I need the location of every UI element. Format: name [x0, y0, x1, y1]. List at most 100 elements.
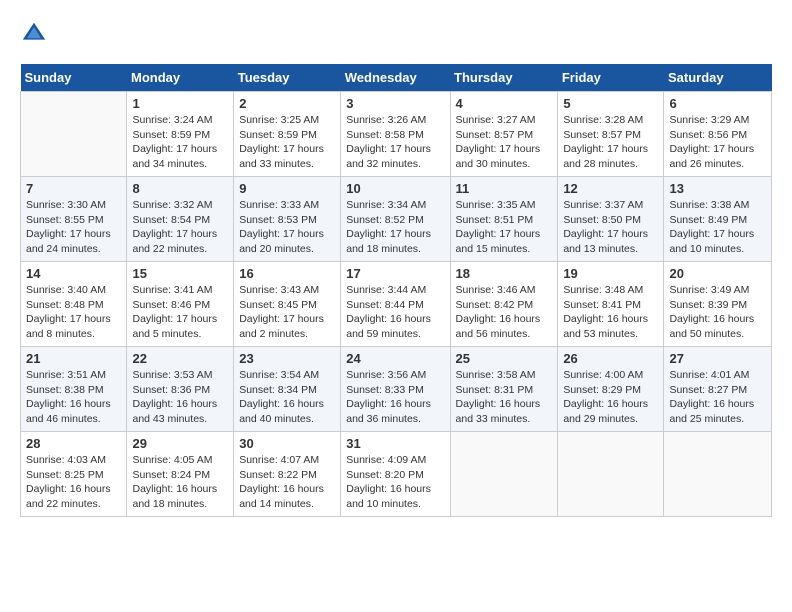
calendar-cell	[664, 432, 772, 517]
day-number: 9	[239, 181, 335, 196]
calendar-cell: 24 Sunrise: 3:56 AM Sunset: 8:33 PM Dayli…	[341, 347, 450, 432]
day-info: Sunrise: 3:25 AM Sunset: 8:59 PM Dayligh…	[239, 113, 335, 172]
day-info: Sunrise: 3:40 AM Sunset: 8:48 PM Dayligh…	[26, 283, 121, 342]
calendar-cell: 18Sunrise: 3:46 AM Sunset: 8:42 PM Dayli…	[450, 262, 558, 347]
day-number: 27	[669, 351, 766, 366]
column-header-saturday: Saturday	[664, 64, 772, 92]
day-number: 3	[346, 96, 444, 111]
day-info: Sunrise: 4:01 AM Sunset: 8:27 PM Dayligh…	[669, 368, 766, 427]
day-number: 2	[239, 96, 335, 111]
day-number: 28	[26, 436, 121, 451]
calendar-cell: 2 Sunrise: 3:25 AM Sunset: 8:59 PM Daylig…	[234, 92, 341, 177]
day-info: Sunrise: 3:27 AM Sunset: 8:57 PM Dayligh…	[456, 113, 553, 172]
day-info: Sunrise: 4:09 AM Sunset: 8:20 PM Dayligh…	[346, 453, 444, 512]
day-info: Sunrise: 3:56 AM Sunset: 8:33 PM Dayligh…	[346, 368, 444, 427]
calendar-week-row: 1 Sunrise: 3:24 AM Sunset: 8:59 PM Daylig…	[21, 92, 772, 177]
day-number: 13	[669, 181, 766, 196]
day-number: 15	[132, 266, 228, 281]
calendar-cell: 19Sunrise: 3:48 AM Sunset: 8:41 PM Dayli…	[558, 262, 664, 347]
calendar-cell: 11 Sunrise: 3:35 AM Sunset: 8:51 PM Dayli…	[450, 177, 558, 262]
calendar-cell: 25 Sunrise: 3:58 AM Sunset: 8:31 PM Dayli…	[450, 347, 558, 432]
calendar-week-row: 28 Sunrise: 4:03 AM Sunset: 8:25 PM Dayli…	[21, 432, 772, 517]
day-info: Sunrise: 3:37 AM Sunset: 8:50 PM Dayligh…	[563, 198, 658, 257]
calendar-cell: 26 Sunrise: 4:00 AM Sunset: 8:29 PM Dayli…	[558, 347, 664, 432]
day-number: 31	[346, 436, 444, 451]
calendar-cell: 6Sunrise: 3:29 AM Sunset: 8:56 PM Daylig…	[664, 92, 772, 177]
day-info: Sunrise: 4:05 AM Sunset: 8:24 PM Dayligh…	[132, 453, 228, 512]
day-number: 11	[456, 181, 553, 196]
calendar-cell: 5Sunrise: 3:28 AM Sunset: 8:57 PM Daylig…	[558, 92, 664, 177]
column-header-thursday: Thursday	[450, 64, 558, 92]
calendar-week-row: 21 Sunrise: 3:51 AM Sunset: 8:38 PM Dayli…	[21, 347, 772, 432]
day-info: Sunrise: 3:34 AM Sunset: 8:52 PM Dayligh…	[346, 198, 444, 257]
day-info: Sunrise: 3:26 AM Sunset: 8:58 PM Dayligh…	[346, 113, 444, 172]
day-number: 20	[669, 266, 766, 281]
day-info: Sunrise: 3:38 AM Sunset: 8:49 PM Dayligh…	[669, 198, 766, 257]
logo	[20, 20, 52, 48]
day-number: 30	[239, 436, 335, 451]
day-number: 29	[132, 436, 228, 451]
day-info: Sunrise: 3:32 AM Sunset: 8:54 PM Dayligh…	[132, 198, 228, 257]
column-header-monday: Monday	[127, 64, 234, 92]
calendar-cell: 16 Sunrise: 3:43 AM Sunset: 8:45 PM Dayli…	[234, 262, 341, 347]
day-number: 7	[26, 181, 121, 196]
day-number: 25	[456, 351, 553, 366]
day-info: Sunrise: 3:43 AM Sunset: 8:45 PM Dayligh…	[239, 283, 335, 342]
calendar-cell: 1 Sunrise: 3:24 AM Sunset: 8:59 PM Daylig…	[127, 92, 234, 177]
calendar-header-row: SundayMondayTuesdayWednesdayThursdayFrid…	[21, 64, 772, 92]
calendar-cell: 17 Sunrise: 3:44 AM Sunset: 8:44 PM Dayli…	[341, 262, 450, 347]
day-number: 23	[239, 351, 335, 366]
day-info: Sunrise: 3:41 AM Sunset: 8:46 PM Dayligh…	[132, 283, 228, 342]
day-info: Sunrise: 3:53 AM Sunset: 8:36 PM Dayligh…	[132, 368, 228, 427]
day-number: 22	[132, 351, 228, 366]
column-header-wednesday: Wednesday	[341, 64, 450, 92]
day-info: Sunrise: 3:24 AM Sunset: 8:59 PM Dayligh…	[132, 113, 228, 172]
calendar-week-row: 7 Sunrise: 3:30 AM Sunset: 8:55 PM Daylig…	[21, 177, 772, 262]
calendar-cell	[558, 432, 664, 517]
day-info: Sunrise: 4:00 AM Sunset: 8:29 PM Dayligh…	[563, 368, 658, 427]
day-info: Sunrise: 3:29 AM Sunset: 8:56 PM Dayligh…	[669, 113, 766, 172]
calendar-cell: 15 Sunrise: 3:41 AM Sunset: 8:46 PM Dayli…	[127, 262, 234, 347]
day-info: Sunrise: 3:30 AM Sunset: 8:55 PM Dayligh…	[26, 198, 121, 257]
day-info: Sunrise: 3:44 AM Sunset: 8:44 PM Dayligh…	[346, 283, 444, 342]
calendar-cell	[450, 432, 558, 517]
day-number: 8	[132, 181, 228, 196]
column-header-sunday: Sunday	[21, 64, 127, 92]
day-info: Sunrise: 3:54 AM Sunset: 8:34 PM Dayligh…	[239, 368, 335, 427]
day-number: 26	[563, 351, 658, 366]
calendar-cell: 21 Sunrise: 3:51 AM Sunset: 8:38 PM Dayli…	[21, 347, 127, 432]
day-info: Sunrise: 4:07 AM Sunset: 8:22 PM Dayligh…	[239, 453, 335, 512]
column-header-tuesday: Tuesday	[234, 64, 341, 92]
calendar-cell: 14 Sunrise: 3:40 AM Sunset: 8:48 PM Dayli…	[21, 262, 127, 347]
day-number: 12	[563, 181, 658, 196]
day-number: 1	[132, 96, 228, 111]
calendar-week-row: 14 Sunrise: 3:40 AM Sunset: 8:48 PM Dayli…	[21, 262, 772, 347]
day-info: Sunrise: 3:58 AM Sunset: 8:31 PM Dayligh…	[456, 368, 553, 427]
day-info: Sunrise: 3:49 AM Sunset: 8:39 PM Dayligh…	[669, 283, 766, 342]
calendar-cell: 28 Sunrise: 4:03 AM Sunset: 8:25 PM Dayli…	[21, 432, 127, 517]
day-info: Sunrise: 4:03 AM Sunset: 8:25 PM Dayligh…	[26, 453, 121, 512]
day-info: Sunrise: 3:33 AM Sunset: 8:53 PM Dayligh…	[239, 198, 335, 257]
day-info: Sunrise: 3:28 AM Sunset: 8:57 PM Dayligh…	[563, 113, 658, 172]
day-info: Sunrise: 3:35 AM Sunset: 8:51 PM Dayligh…	[456, 198, 553, 257]
day-number: 21	[26, 351, 121, 366]
day-info: Sunrise: 3:51 AM Sunset: 8:38 PM Dayligh…	[26, 368, 121, 427]
day-number: 16	[239, 266, 335, 281]
calendar-cell: 13 Sunrise: 3:38 AM Sunset: 8:49 PM Dayli…	[664, 177, 772, 262]
logo-icon	[20, 20, 48, 48]
calendar-cell: 9 Sunrise: 3:33 AM Sunset: 8:53 PM Daylig…	[234, 177, 341, 262]
calendar-cell	[21, 92, 127, 177]
day-number: 17	[346, 266, 444, 281]
calendar-cell: 29 Sunrise: 4:05 AM Sunset: 8:24 PM Dayli…	[127, 432, 234, 517]
column-header-friday: Friday	[558, 64, 664, 92]
day-info: Sunrise: 3:48 AM Sunset: 8:41 PM Dayligh…	[563, 283, 658, 342]
calendar-cell: 27 Sunrise: 4:01 AM Sunset: 8:27 PM Dayli…	[664, 347, 772, 432]
calendar-cell: 31 Sunrise: 4:09 AM Sunset: 8:20 PM Dayli…	[341, 432, 450, 517]
calendar-cell: 12 Sunrise: 3:37 AM Sunset: 8:50 PM Dayli…	[558, 177, 664, 262]
calendar-table: SundayMondayTuesdayWednesdayThursdayFrid…	[20, 64, 772, 517]
day-number: 14	[26, 266, 121, 281]
day-number: 24	[346, 351, 444, 366]
day-info: Sunrise: 3:46 AM Sunset: 8:42 PM Dayligh…	[456, 283, 553, 342]
day-number: 10	[346, 181, 444, 196]
calendar-cell: 7 Sunrise: 3:30 AM Sunset: 8:55 PM Daylig…	[21, 177, 127, 262]
